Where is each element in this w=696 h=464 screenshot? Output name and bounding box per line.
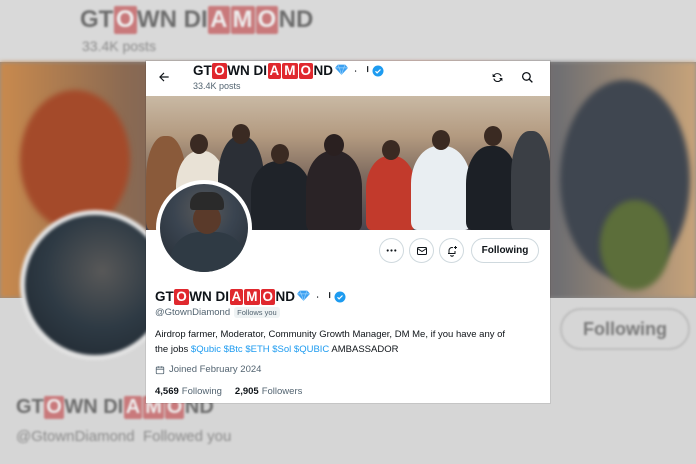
verified-badge-icon[interactable] xyxy=(334,291,346,303)
name-emoji-extra: ᆞᆝ xyxy=(351,67,370,79)
profile-avatar[interactable] xyxy=(156,180,252,276)
subscribe-notifications-button[interactable] xyxy=(439,238,464,263)
gem-icon xyxy=(297,289,311,304)
more-button[interactable] xyxy=(379,238,404,263)
search-icon xyxy=(521,71,533,83)
profile-handle: @GtownDiamond xyxy=(155,307,231,318)
banner-person xyxy=(366,156,416,230)
banner-person xyxy=(251,161,311,230)
backdrop-figure xyxy=(20,90,130,230)
gem-icon xyxy=(335,63,349,78)
cashtag-link[interactable]: $ETH xyxy=(245,344,269,355)
profile-bio: Airdrop farmer, Moderator, Community Gro… xyxy=(155,327,545,357)
backdrop-follow-button: Following xyxy=(560,308,690,350)
following-button[interactable]: Following xyxy=(471,238,539,263)
banner-person xyxy=(306,151,362,230)
profile-display-name: GT O WN DI A M O ND ᆞᆝ xyxy=(155,289,346,305)
bio-line: Airdrop farmer, Moderator, Community Gro… xyxy=(155,329,506,340)
backdrop-handle: @GtownDiamond Followed you xyxy=(16,428,232,445)
more-icon xyxy=(386,249,397,252)
bell-plus-icon xyxy=(447,245,457,257)
following-count-link[interactable]: 4,569 Following xyxy=(155,386,222,397)
banner-person xyxy=(411,146,471,230)
mail-icon xyxy=(416,246,427,255)
name-emoji-extra: ᆞᆝ xyxy=(313,293,332,305)
bio-line: the jobs $Qubic $Btc $ETH $Sol $QUBIC AM… xyxy=(155,344,399,355)
message-button[interactable] xyxy=(409,238,434,263)
header-display-name: GT O WN DI A M O ND ᆞᆝ xyxy=(193,63,384,79)
backdrop-title: GT O WN DI A M O ND xyxy=(80,6,314,34)
cashtag-link[interactable]: $Qubic xyxy=(191,344,221,355)
handle-row: @GtownDiamond Follows you xyxy=(155,307,280,318)
search-button[interactable] xyxy=(518,68,536,86)
backdrop-posts-count: 33.4K posts xyxy=(82,38,156,54)
follows-you-badge: Follows you xyxy=(234,307,280,318)
banner-person xyxy=(511,131,550,230)
cashtag-link[interactable]: $Btc xyxy=(224,344,243,355)
refresh-icon xyxy=(492,72,502,82)
cashtag-link[interactable]: $Sol xyxy=(272,344,291,355)
backdrop-figure xyxy=(600,200,670,290)
refresh-button[interactable] xyxy=(488,68,506,86)
follow-stats: 4,569 Following 2,905 Followers xyxy=(155,386,315,397)
calendar-icon xyxy=(155,365,165,374)
cashtag-link[interactable]: $QUBIC xyxy=(294,344,329,355)
arrow-left-icon xyxy=(159,72,169,82)
header-posts-count: 33.4K posts xyxy=(193,81,241,91)
verified-badge-icon[interactable] xyxy=(372,65,384,77)
joined-date: Joined February 2024 xyxy=(155,364,261,375)
profile-card: GT O WN DI A M O ND ᆞᆝ 33.4K posts Follo… xyxy=(146,61,550,403)
followers-count-link[interactable]: 2,905 Followers xyxy=(235,386,302,397)
back-button[interactable] xyxy=(154,67,174,87)
profile-header: GT O WN DI A M O ND ᆞᆝ 33.4K posts xyxy=(146,61,550,96)
